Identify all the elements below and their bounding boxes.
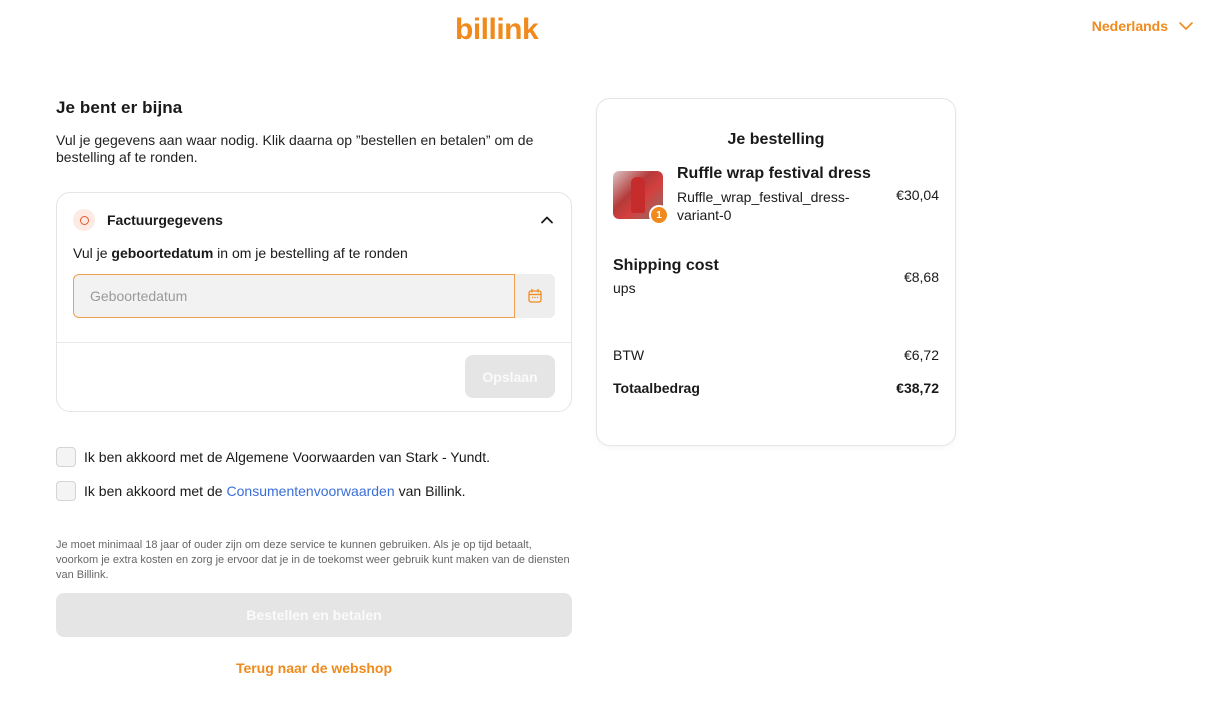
- logo-text: billink: [455, 13, 539, 44]
- chevron-up-icon[interactable]: [539, 212, 555, 228]
- shipping-label: Shipping cost: [613, 257, 719, 274]
- billing-card: Factuurgegevens Vul je geboortedatum in …: [56, 192, 572, 412]
- order-and-pay-button[interactable]: Bestellen en betalen: [56, 593, 572, 637]
- language-selector[interactable]: Nederlands: [1092, 18, 1194, 34]
- instruction-post: in om je bestelling af te ronden: [213, 245, 408, 261]
- terms-consent-row: Ik ben akkoord met de Algemene Voorwaard…: [56, 447, 490, 467]
- quantity-badge: 1: [649, 205, 669, 225]
- billing-card-header[interactable]: Factuurgegevens: [73, 209, 555, 231]
- calendar-button[interactable]: [514, 274, 555, 318]
- page-title: Je bent er bijna: [56, 98, 183, 117]
- consumer-consent-row: Ik ben akkoord met de Consumentenvoorwaa…: [56, 481, 466, 501]
- billing-instruction: Vul je geboortedatum in om je bestelling…: [73, 245, 408, 261]
- age-disclaimer: Je moet minimaal 18 jaar of ouder zijn o…: [56, 539, 570, 581]
- intro-section: Je bent er bijna Vul je gegevens aan waa…: [56, 98, 572, 166]
- instruction-bold: geboortedatum: [111, 245, 214, 261]
- consumer-label-pre: Ik ben akkoord met de: [84, 483, 223, 499]
- product-image: 1: [613, 171, 669, 225]
- shipping-price: €8,68: [903, 269, 939, 285]
- total-value: €38,72: [896, 380, 939, 396]
- card-divider: [57, 342, 571, 343]
- order-summary-title: Je bestelling: [727, 131, 825, 148]
- order-summary-card: Je bestelling 1 Ruffle wrap festival dre…: [596, 98, 956, 446]
- language-label: Nederlands: [1091, 18, 1168, 34]
- terms-checkbox[interactable]: [56, 447, 76, 467]
- consumer-terms-link[interactable]: Consumentenvoorwaarden: [227, 483, 395, 499]
- consumer-label-post: van Billink.: [398, 483, 466, 499]
- instruction-pre: Vul je: [73, 245, 112, 261]
- save-button[interactable]: Opslaan: [465, 355, 555, 398]
- product-variant: Ruffle_wrap_festival_dress-variant-0: [677, 189, 850, 223]
- shipping-carrier: ups: [613, 280, 636, 296]
- status-circle-icon: [73, 209, 95, 231]
- billing-title: Factuurgegevens: [107, 212, 223, 228]
- billink-logo: billink: [455, 13, 539, 44]
- product-name: Ruffle wrap festival dress: [677, 165, 871, 182]
- calendar-icon: [528, 288, 542, 303]
- terms-label: Ik ben akkoord met de Algemene Voorwaard…: [84, 449, 490, 465]
- back-to-webshop-link[interactable]: Terug naar de webshop: [56, 660, 572, 676]
- birthdate-field: [73, 274, 556, 318]
- chevron-down-icon: [1179, 22, 1193, 30]
- total-label: Totaalbedrag: [613, 380, 700, 396]
- consumer-terms-checkbox[interactable]: [56, 481, 76, 501]
- intro-text: Vul je gegevens aan waar nodig. Klik daa…: [56, 132, 534, 165]
- tax-value: €6,72: [903, 347, 939, 363]
- birthdate-input[interactable]: [73, 274, 515, 318]
- product-price: €30,04: [896, 187, 939, 203]
- tax-label: BTW: [613, 347, 645, 363]
